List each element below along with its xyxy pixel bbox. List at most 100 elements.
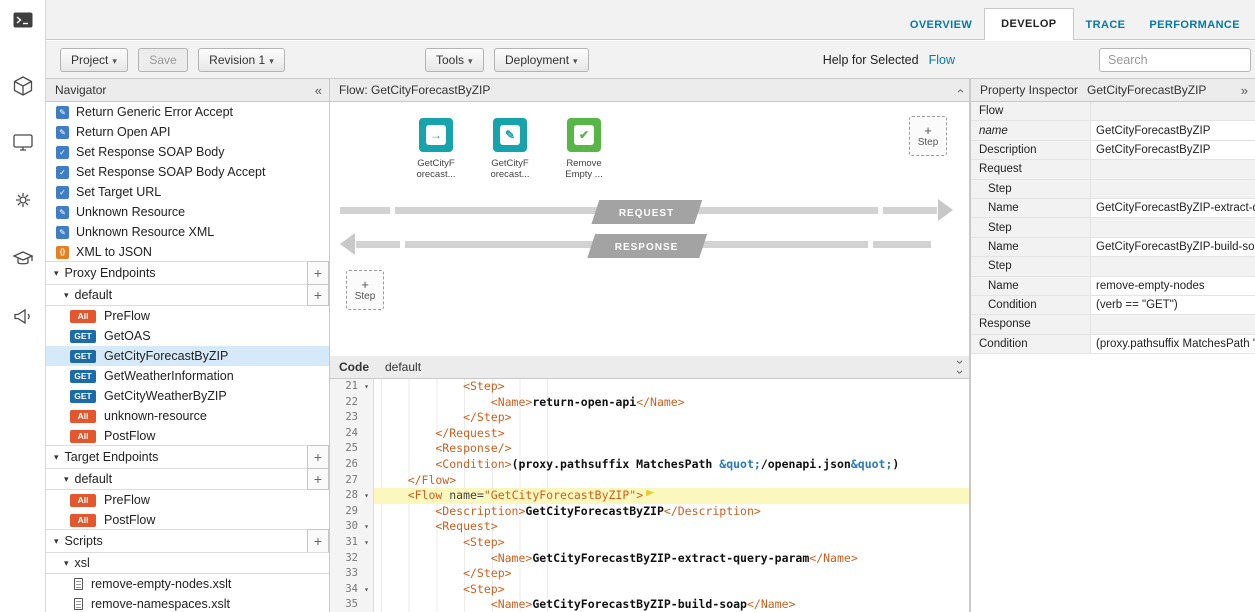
nav-item-getweatherinformation[interactable]: GETGetWeatherInformation <box>46 366 329 386</box>
nav-item-getoas[interactable]: GETGetOAS <box>46 326 329 346</box>
policy-icon: ✓ <box>56 146 69 159</box>
fold-toggle-icon[interactable]: ▾ <box>360 582 374 598</box>
nav-section-proxy-endpoints[interactable]: ▾Proxy Endpoints+ <box>46 261 329 285</box>
search-input[interactable] <box>1099 48 1251 72</box>
collapse-arrow-icon[interactable]: ▾ <box>64 474 69 485</box>
nav-item-return-generic-error-accept[interactable]: ✎Return Generic Error Accept <box>46 102 329 122</box>
add-button[interactable]: + <box>307 445 329 469</box>
property-value[interactable]: GetCityForecastByZIP-extract-qu <box>1091 199 1255 217</box>
tab-overview[interactable]: OVERVIEW <box>898 10 984 40</box>
callout-policy-icon: → <box>419 118 453 152</box>
add-button[interactable]: + <box>307 468 329 490</box>
nav-subsection-xsl[interactable]: ▾xsl <box>46 552 329 574</box>
property-value <box>1091 180 1255 198</box>
nav-item-getcityforecastbyzip[interactable]: GETGetCityForecastByZIP <box>46 346 329 366</box>
plus-icon: + <box>361 279 369 291</box>
flow-step-getcityf-orecast[interactable]: →GetCityForecast... <box>408 118 464 180</box>
nav-item-return-open-api[interactable]: ✎Return Open API <box>46 122 329 142</box>
nav-item-label: Return Generic Error Accept <box>76 105 233 119</box>
revision-button[interactable]: Revision 1▾ <box>198 48 285 72</box>
nav-subsection-default[interactable]: ▾default+ <box>46 284 329 306</box>
collapse-navigator-icon[interactable]: « <box>315 83 322 98</box>
tools-button-label: Tools <box>436 53 464 67</box>
property-label: name <box>971 121 1091 139</box>
flow-step-remove-empty[interactable]: ✔RemoveEmpty ... <box>556 118 612 180</box>
flow-step-getcityf-orecast[interactable]: ✎GetCityForecast... <box>482 118 538 180</box>
fold-toggle-icon[interactable]: ▾ <box>360 519 374 535</box>
nav-item-postflow[interactable]: AllPostFlow <box>46 510 329 530</box>
nav-item-label: Set Response SOAP Body <box>76 145 224 159</box>
fold-gutter <box>360 504 374 520</box>
property-value[interactable]: remove-empty-nodes <box>1091 277 1255 295</box>
nav-item-remove-namespaces-xslt[interactable]: remove-namespaces.xslt <box>46 594 329 612</box>
tab-performance[interactable]: PERFORMANCE <box>1137 10 1252 40</box>
nav-item-unknown-resource-xml[interactable]: ✎Unknown Resource XML <box>46 222 329 242</box>
tab-trace[interactable]: TRACE <box>1074 10 1138 40</box>
project-button[interactable]: Project▾ <box>60 48 128 72</box>
help-flow-link[interactable]: Flow <box>929 53 955 67</box>
add-step-button-left[interactable]: + Step <box>346 270 384 310</box>
deployment-button[interactable]: Deployment▾ <box>494 48 589 72</box>
add-button[interactable]: + <box>307 261 329 285</box>
property-value[interactable]: (proxy.pathsuffix MatchesPath "/c <box>1091 335 1255 353</box>
nav-item-preflow[interactable]: AllPreFlow <box>46 490 329 510</box>
code-editor[interactable]: 21▾ <Step>22 <Name>return-open-api</Name… <box>330 379 969 612</box>
fold-toggle-icon[interactable]: ▾ <box>360 488 374 504</box>
add-step-button-top[interactable]: + Step <box>909 116 947 156</box>
property-value[interactable]: GetCityForecastByZIP <box>1091 141 1255 159</box>
nav-item-preflow[interactable]: AllPreFlow <box>46 306 329 326</box>
file-icon <box>74 598 83 610</box>
nav-item-unknown-resource[interactable]: ✎Unknown Resource <box>46 202 329 222</box>
property-row-name: NameGetCityForecastByZIP-extract-qu <box>971 199 1255 218</box>
nav-section-scripts[interactable]: ▾Scripts+ <box>46 529 329 553</box>
tools-button[interactable]: Tools▾ <box>425 48 484 72</box>
collapse-inspector-icon[interactable]: » <box>1241 83 1248 98</box>
left-icon-rail <box>0 0 46 612</box>
property-value[interactable]: (verb == "GET") <box>1091 296 1255 314</box>
nav-section-target-endpoints[interactable]: ▾Target Endpoints+ <box>46 445 329 469</box>
property-row-request: Request <box>971 160 1255 179</box>
collapse-arrow-icon[interactable]: ▾ <box>54 452 59 463</box>
property-label: Name <box>971 238 1091 256</box>
nav-item-set-target-url[interactable]: ✓Set Target URL <box>46 182 329 202</box>
collapse-arrow-icon[interactable]: ▾ <box>54 268 59 279</box>
line-number: 25 <box>330 441 360 457</box>
collapse-arrow-icon[interactable]: ▾ <box>64 558 69 569</box>
nav-item-unknown-resource[interactable]: Allunknown-resource <box>46 406 329 426</box>
request-flow-band: REQUEST <box>340 198 953 222</box>
tab-develop[interactable]: DEVELOP <box>984 8 1073 40</box>
nav-item-postflow[interactable]: AllPostFlow <box>46 426 329 446</box>
collapse-arrow-icon[interactable]: ▾ <box>54 536 59 547</box>
announcements-megaphone-icon[interactable] <box>11 304 35 328</box>
api-proxies-icon[interactable] <box>11 74 35 98</box>
nav-item-getcityweatherbyzip[interactable]: GETGetCityWeatherByZIP <box>46 386 329 406</box>
add-button[interactable]: + <box>307 529 329 553</box>
fold-toggle-icon[interactable]: ▾ <box>360 379 374 395</box>
nav-item-set-response-soap-body-accept[interactable]: ✓Set Response SOAP Body Accept <box>46 162 329 182</box>
property-value[interactable]: GetCityForecastByZIP <box>1091 121 1255 139</box>
learn-cap-icon[interactable] <box>11 246 35 270</box>
navigator-title: Navigator <box>55 83 106 97</box>
property-value[interactable]: GetCityForecastByZIP-build-soap <box>1091 238 1255 256</box>
fold-gutter <box>360 597 374 612</box>
terminal-icon[interactable] <box>11 8 35 32</box>
nav-item-xml-to-json[interactable]: {}XML to JSON <box>46 242 329 262</box>
nav-item-set-response-soap-body[interactable]: ✓ Set Response SOAP Body <box>46 142 329 162</box>
property-label: Step <box>971 218 1091 236</box>
publish-icon[interactable] <box>11 130 35 154</box>
policy-icon: ✎ <box>56 226 69 239</box>
collapse-flow-icon[interactable]: › <box>958 83 962 98</box>
line-number: 31 <box>330 535 360 551</box>
expand-code-icon[interactable]: ›› <box>958 357 962 377</box>
collapse-arrow-icon[interactable]: ▾ <box>64 290 69 301</box>
flow-canvas: →GetCityForecast... ✎GetCityForecast... ✔R… <box>330 102 969 356</box>
fold-toggle-icon[interactable]: ▾ <box>360 535 374 551</box>
nav-subsection-default[interactable]: ▾default+ <box>46 468 329 490</box>
nav-item-label: GetOAS <box>104 329 151 343</box>
admin-gear-icon[interactable] <box>11 188 35 212</box>
nav-item-remove-empty-nodes-xslt[interactable]: remove-empty-nodes.xslt <box>46 574 329 594</box>
code-line-text: <Name>return-open-api</Name> <box>374 395 969 411</box>
code-line-text: <Step> <box>374 582 969 598</box>
save-button[interactable]: Save <box>138 48 187 72</box>
add-button[interactable]: + <box>307 284 329 306</box>
